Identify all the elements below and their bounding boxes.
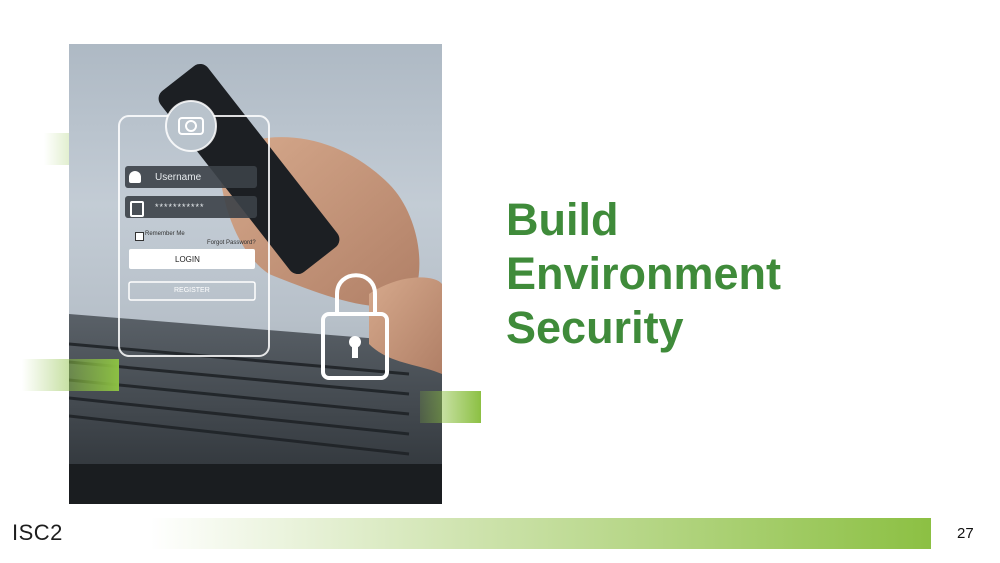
lock-small-icon — [130, 201, 144, 217]
remember-checkbox — [135, 232, 144, 241]
forgot-password-link: Forgot Password? — [207, 240, 256, 246]
login-button-label: LOGIN — [175, 255, 200, 264]
hero-photo: Username *********** Remember Me Forgot … — [69, 44, 442, 504]
remember-me-label: Remember Me — [145, 231, 185, 237]
password-mask: *********** — [155, 202, 205, 212]
register-button-label: REGISTER — [174, 287, 210, 294]
footer-accent-bar — [150, 518, 931, 549]
hero-photo-illustration — [69, 63, 442, 504]
slide-title: Build Environment Security — [506, 193, 926, 355]
username-label: Username — [155, 172, 202, 183]
accent-bar-middle — [22, 359, 119, 391]
user-icon — [129, 171, 141, 183]
title-line-2: Environment — [506, 248, 782, 299]
title-line-3: Security — [506, 302, 684, 353]
slide: Username *********** Remember Me Forgot … — [0, 0, 1000, 563]
accent-bar-right — [420, 391, 481, 423]
page-number: 27 — [957, 525, 974, 542]
isc2-logo: ISC2 — [12, 520, 63, 545]
title-line-1: Build — [506, 194, 619, 245]
